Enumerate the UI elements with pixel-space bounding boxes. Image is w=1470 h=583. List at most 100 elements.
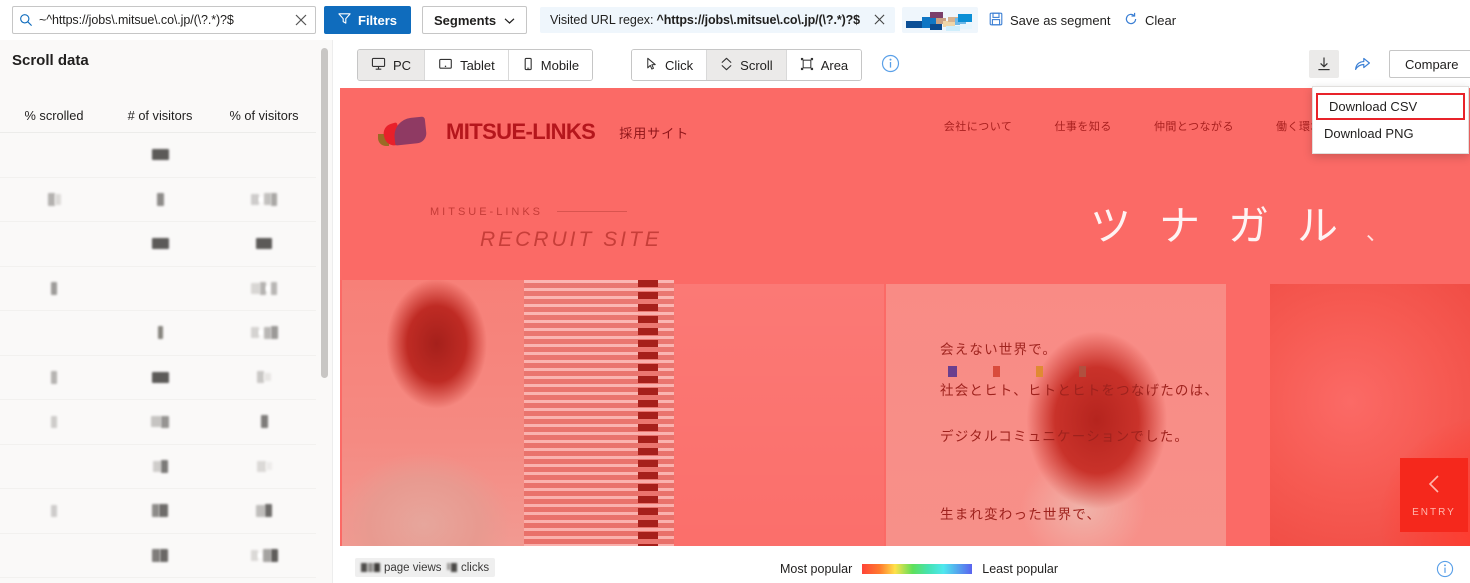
table-row[interactable] [0,311,316,356]
obscured-value [263,326,271,339]
table-cell [0,578,108,583]
table-cell [212,178,316,222]
area-select-icon [800,57,814,74]
entry-button[interactable]: ENTRY [1400,458,1468,532]
kana-ru: ル [1296,203,1338,249]
table-row[interactable] [0,489,316,534]
table-row[interactable] [0,222,316,267]
nav-item-about[interactable]: 会社について [944,118,1013,134]
nav-item-work[interactable]: 仕事を知る [1054,118,1112,134]
search-input[interactable]: ~^https://jobs\.mitsue\.co\.jp/(\?.*)?$ [39,13,287,27]
save-as-segment-button[interactable]: Save as segment [989,7,1110,33]
table-cell [108,311,212,355]
table-header-row: % scrolled # of visitors % of visitors [0,98,316,133]
hero-kana: ツ ナ ガ ル 、 [1090,192,1388,252]
segment-thumbnail[interactable] [902,7,978,33]
obscured-value [264,193,271,206]
chip-prefix: Visited URL regex: [550,13,654,27]
table-row[interactable] [0,178,316,222]
obscured-value [47,192,55,206]
mode-label-scroll: Scroll [740,57,773,73]
menu-item-download-png[interactable]: Download PNG [1313,120,1468,147]
obscured-value [157,326,163,340]
table-row[interactable] [0,133,316,178]
table-cell [108,133,212,177]
search-box[interactable]: ~^https://jobs\.mitsue\.co\.jp/(\?.*)?$ [12,6,316,34]
site-nav: 会社について 仕事を知る 仲間とつながる 働く環境 [944,118,1322,134]
recruit-small-label: MITSUE-LINKS [430,206,662,218]
sidebar-scrollbar-thumb[interactable] [321,48,328,378]
copy-decoration-icons [948,366,1270,377]
chevron-down-icon [504,13,515,28]
device-option-pc[interactable]: PC [358,50,426,80]
table-cell [212,311,316,355]
download-csv-label: Download CSV [1329,99,1418,114]
compare-button[interactable]: Compare [1389,50,1470,78]
table-row[interactable] [0,267,316,311]
recruit-big-label: RECRUIT SITE [480,228,662,251]
obscured-value [51,415,57,428]
obscured-value [51,281,57,295]
table-row[interactable] [0,356,316,400]
table-row[interactable] [0,445,316,489]
page-views-metric[interactable]: page views [355,558,448,577]
mobile-icon [522,57,534,74]
legend-gradient-bar [862,564,973,574]
table-row[interactable] [0,578,316,583]
info-icon[interactable] [1436,560,1454,578]
mode-option-scroll[interactable]: Scroll [707,50,787,80]
table-row[interactable] [0,400,316,445]
table-cell [212,133,316,177]
obscured-value [152,504,159,518]
deco-icon-4 [1079,366,1086,377]
clear-label: Clear [1145,12,1177,28]
share-icon[interactable] [1347,50,1377,78]
menu-item-download-csv[interactable]: Download CSV [1316,93,1465,120]
refresh-icon [1124,12,1138,29]
obscured-value [258,330,264,336]
segments-button[interactable]: Segments [422,6,528,34]
mode-option-area[interactable]: Area [786,50,862,80]
active-filter-chip[interactable]: Visited URL regex: ^https://jobs\.mitsue… [540,7,896,33]
table-cell [108,267,212,311]
remove-chip-icon[interactable] [870,13,889,28]
deco-icon-3 [1036,366,1043,377]
clear-search-icon[interactable] [287,14,315,26]
info-icon[interactable] [881,54,900,73]
obscured-value [151,149,169,161]
site-logo[interactable]: MITSUE-LINKS 採用サイト [378,116,689,148]
download-png-label: Download PNG [1324,126,1414,141]
device-option-mobile[interactable]: Mobile [508,50,593,80]
table-cell [0,534,108,578]
table-row[interactable] [0,534,316,578]
heatmap-app: ~^https://jobs\.mitsue\.co\.jp/(\?.*)?$ … [0,0,1470,583]
mode-option-click[interactable]: Click [632,50,708,80]
table-cell [0,178,108,222]
table-cell [108,356,212,400]
heatmap-stage[interactable]: MITSUE-LINKS 採用サイト 会社について 仕事を知る 仲間とつながる … [333,88,1470,553]
chevron-left-icon [1425,473,1443,498]
table-cell [212,400,316,444]
obscured-value [251,193,259,205]
clicks-label: clicks [461,561,490,574]
obscured-value [151,371,169,383]
mode-label-area: Area [820,57,849,73]
filters-button[interactable]: Filters [324,6,412,34]
clear-button[interactable]: Clear [1124,7,1176,33]
sidebar-title: Scroll data [12,52,89,69]
table-cell [212,356,316,400]
obscured-value [265,504,272,518]
deco-icon-1 [948,366,957,377]
obscured-value [161,415,169,428]
obscured-value [250,549,258,561]
download-icon[interactable] [1309,50,1339,78]
column-header-percent-visitors: % of visitors [229,107,299,123]
obscured-value [159,504,168,518]
scroll-diamond-icon [720,57,733,74]
device-option-tablet[interactable]: Tablet [425,50,509,80]
obscured-value [152,548,160,562]
search-icon [13,13,39,27]
clicks-metric[interactable]: clicks [441,558,496,577]
nav-item-people[interactable]: 仲間とつながる [1154,118,1234,134]
page-screenshot-with-heatmap[interactable]: MITSUE-LINKS 採用サイト 会社について 仕事を知る 仲間とつながる … [340,88,1470,546]
